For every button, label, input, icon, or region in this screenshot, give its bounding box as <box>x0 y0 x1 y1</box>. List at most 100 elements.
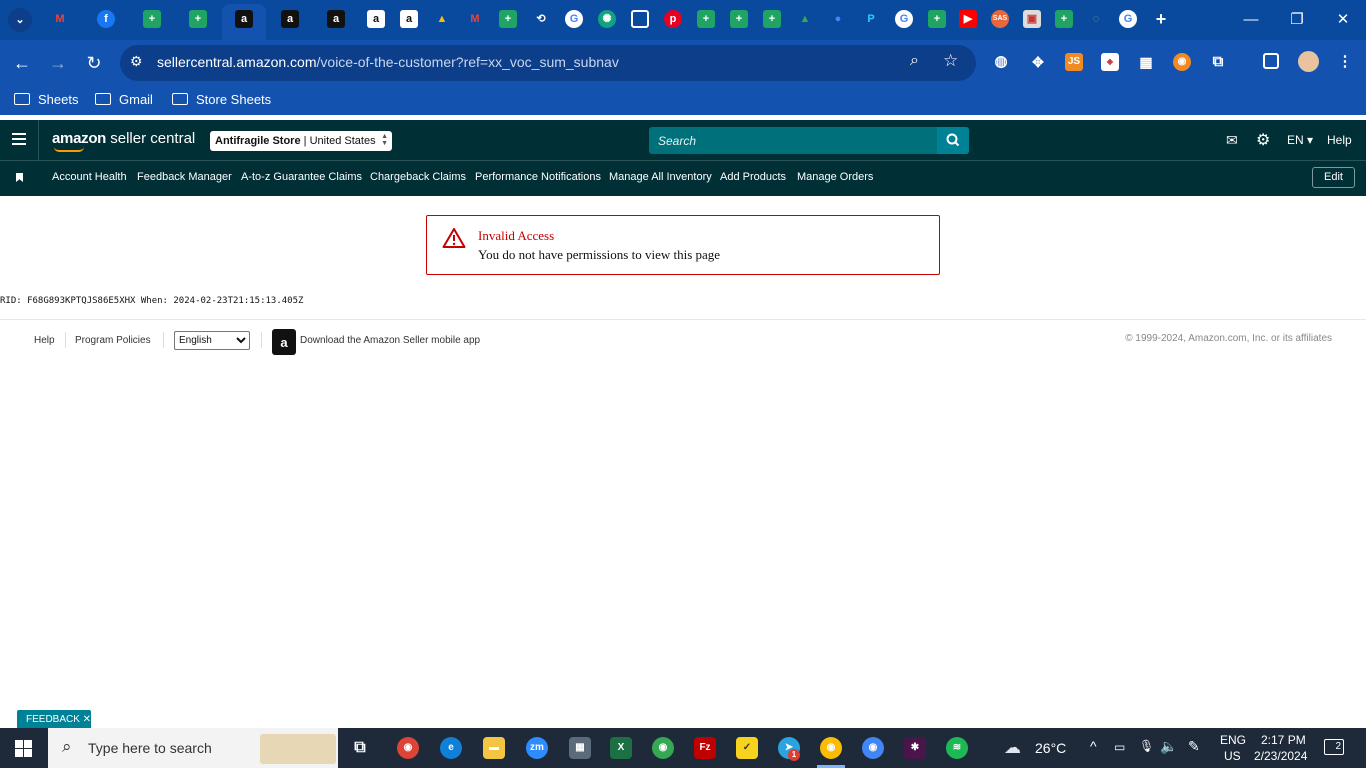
sticky-notes-icon[interactable]: ✓ <box>736 737 758 759</box>
bookmark-store-sheets[interactable]: Store Sheets <box>172 92 271 107</box>
chrome-active-taskbar-icon[interactable]: ◉ <box>820 737 842 759</box>
sheets-tab-icon[interactable]: + <box>730 10 748 28</box>
bookmark-sheets[interactable]: Sheets <box>14 92 78 107</box>
chatgpt-tab-icon[interactable]: ✺ <box>598 10 616 28</box>
language-selector[interactable]: EN ▾ <box>1287 133 1313 147</box>
google-tab-icon[interactable]: G <box>565 10 583 28</box>
amazon-tab-icon[interactable]: a <box>281 10 299 28</box>
excel-taskbar-icon[interactable]: X <box>610 737 632 759</box>
gmail-tab-icon[interactable]: M <box>51 10 69 28</box>
taskbar-search[interactable]: ⌕ Type here to search <box>48 728 338 768</box>
maps-tab-icon[interactable]: ● <box>829 10 847 28</box>
nav-performance-notifications[interactable]: Performance Notifications <box>475 171 601 183</box>
facebook-tab-icon[interactable]: f <box>97 10 115 28</box>
nav-feedback-manager[interactable]: Feedback Manager <box>137 171 232 183</box>
windows-start-icon[interactable] <box>15 740 32 757</box>
chrome-taskbar-icon[interactable]: ◉ <box>397 737 419 759</box>
paypal-tab-icon[interactable]: P <box>862 10 880 28</box>
weather-temperature[interactable]: 26°C <box>1035 740 1066 756</box>
forward-icon[interactable]: → <box>46 51 70 75</box>
globe-extension-icon[interactable]: ◍ <box>992 53 1010 71</box>
sheets-tab-icon[interactable]: + <box>499 10 517 28</box>
extension-icon[interactable]: ◉ <box>1173 53 1191 71</box>
notifications-icon[interactable]: 2 <box>1324 739 1344 755</box>
calculator-icon[interactable]: ▦ <box>569 737 591 759</box>
chrome-taskbar-icon[interactable]: ◉ <box>862 737 884 759</box>
file-explorer-icon[interactable]: ▬ <box>483 737 505 759</box>
gmail-tab-icon[interactable]: M <box>466 10 484 28</box>
search-input[interactable] <box>649 127 937 154</box>
new-tab-icon[interactable]: + <box>1152 10 1170 28</box>
nav-add-products[interactable]: Add Products <box>720 171 786 183</box>
back-icon[interactable]: ← <box>10 51 34 75</box>
clock-date[interactable]: 2/23/2024 <box>1254 749 1307 763</box>
image-tab-icon[interactable]: ▣ <box>1023 10 1041 28</box>
site-info-icon[interactable]: ⚙ <box>130 53 143 70</box>
store-selector[interactable]: Antifragile Store | United States ▲ ▼ <box>210 131 392 151</box>
slack-taskbar-icon[interactable]: ✱ <box>904 737 926 759</box>
sheets-tab-icon[interactable]: + <box>189 10 207 28</box>
sheets-tab-icon[interactable]: + <box>697 10 715 28</box>
sas-tab-icon[interactable]: SAS <box>991 10 1009 28</box>
mail-icon[interactable]: ✉ <box>1226 132 1238 149</box>
calendar-tab-icon[interactable] <box>631 10 649 28</box>
amazon-tab-icon[interactable]: a <box>367 10 385 28</box>
footer-help-link[interactable]: Help <box>34 335 55 346</box>
profile-avatar[interactable] <box>1298 51 1319 72</box>
google-tab-icon[interactable]: G <box>1119 10 1137 28</box>
side-panel-icon[interactable] <box>1263 53 1279 69</box>
help-link[interactable]: Help <box>1327 133 1352 147</box>
zoom-taskbar-icon[interactable]: zm <box>526 737 548 759</box>
hamburger-menu-icon[interactable] <box>12 133 26 145</box>
restore-icon[interactable]: ❐ <box>1274 0 1320 40</box>
drive-tab-icon[interactable]: ▲ <box>433 10 451 28</box>
amazon-tab-icon[interactable]: a <box>400 10 418 28</box>
battery-icon[interactable]: ▭ <box>1114 740 1125 754</box>
download-app-link[interactable]: Download the Amazon Seller mobile app <box>300 335 480 346</box>
pen-icon[interactable]: ✎ <box>1188 738 1200 755</box>
tray-chevron-icon[interactable]: ^ <box>1090 738 1097 754</box>
nav-manage-orders[interactable]: Manage Orders <box>797 171 873 183</box>
star-icon[interactable]: ☆ <box>943 51 958 71</box>
settings-gear-icon[interactable]: ⚙ <box>1256 130 1270 150</box>
chrome-profile-taskbar-icon[interactable]: ◉ <box>652 737 674 759</box>
extensions-puzzle-icon[interactable]: ⧉ <box>1209 53 1227 71</box>
filezilla-icon[interactable]: Fz <box>694 737 716 759</box>
search-button[interactable] <box>937 127 969 154</box>
sheets-tab-icon[interactable]: + <box>928 10 946 28</box>
close-window-icon[interactable]: ✕ <box>1320 0 1366 40</box>
edit-nav-button[interactable]: Edit <box>1312 167 1355 188</box>
tab-icon[interactable]: ◌ <box>1087 10 1105 28</box>
bookmark-gmail[interactable]: Gmail <box>95 92 153 107</box>
sheets-tab-icon[interactable]: + <box>763 10 781 28</box>
nav-chargeback-claims[interactable]: Chargeback Claims <box>370 171 466 183</box>
amazon-tab-icon[interactable]: a <box>235 10 253 28</box>
youtube-tab-icon[interactable]: ▶ <box>959 10 977 28</box>
footer-program-policies-link[interactable]: Program Policies <box>75 335 151 346</box>
reload-icon[interactable]: ↻ <box>82 51 106 75</box>
google-tab-icon[interactable]: G <box>895 10 913 28</box>
drive-tab-icon[interactable]: ▲ <box>796 10 814 28</box>
volume-icon[interactable]: 🔈 <box>1160 738 1177 755</box>
sheets-tab-icon[interactable]: + <box>1055 10 1073 28</box>
input-language-line2[interactable]: US <box>1224 749 1241 763</box>
sheets-tab-icon[interactable]: + <box>143 10 161 28</box>
edge-taskbar-icon[interactable]: e <box>440 737 462 759</box>
amazon-seller-app-icon[interactable]: a <box>272 329 296 355</box>
seller-central-logo[interactable]: amazon seller central <box>52 130 195 152</box>
amazon-tab-icon[interactable]: a <box>327 10 345 28</box>
js-extension-icon[interactable]: JS <box>1065 53 1083 71</box>
pinterest-tab-icon[interactable]: p <box>664 10 682 28</box>
qr-extension-icon[interactable]: ▦ <box>1137 53 1155 71</box>
footer-language-select[interactable]: English <box>174 331 250 350</box>
menu-kebab-icon[interactable]: ⋮ <box>1336 53 1354 71</box>
clock-time[interactable]: 2:17 PM <box>1261 733 1306 747</box>
zoom-icon[interactable]: ⌕ <box>910 52 919 70</box>
nav-manage-all-inventory[interactable]: Manage All Inventory <box>609 171 712 183</box>
nav-a-to-z-claims[interactable]: A-to-z Guarantee Claims <box>241 171 362 183</box>
spotify-taskbar-icon[interactable]: ≋ <box>946 737 968 759</box>
extension-icon[interactable]: ◈ <box>1101 53 1119 71</box>
task-view-icon[interactable]: ⧉ <box>349 737 371 759</box>
extension-icon[interactable]: ✥ <box>1029 53 1047 71</box>
feedback-button[interactable]: FEEDBACK ✕ <box>17 710 91 729</box>
